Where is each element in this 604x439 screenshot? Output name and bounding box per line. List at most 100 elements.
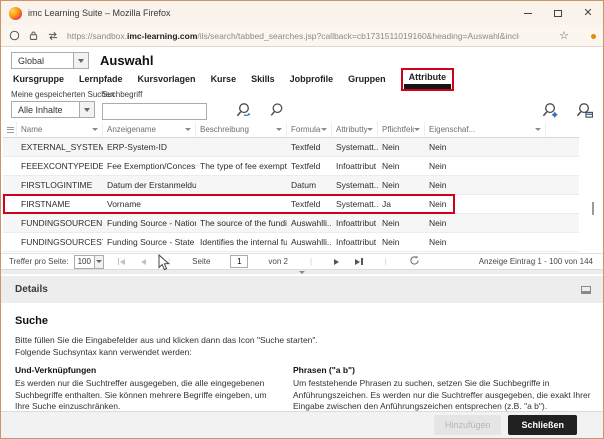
saved-searches-select[interactable]: Alle Inhalte [11, 101, 95, 118]
cell-attributtyp: Systematt... [332, 180, 378, 190]
table-row[interactable]: FIRSTLOGINTIME Datum der Erstanmeldung D… [3, 176, 579, 195]
cell-pflichtfeld: Nein [378, 142, 425, 152]
splitter-collapse-icon[interactable] [299, 271, 305, 274]
search-settings-icon[interactable] [542, 102, 559, 124]
cell-attributtyp: Systematt... [332, 142, 378, 152]
tab-jobprofile[interactable]: Jobprofile [290, 71, 334, 90]
collapse-panel-icon[interactable] [581, 286, 591, 294]
tab-gruppen[interactable]: Gruppen [348, 71, 386, 90]
tab-skills[interactable]: Skills [251, 71, 275, 90]
tab-kursgruppe[interactable]: Kursgruppe [13, 71, 64, 90]
column-header-eigenschaften[interactable]: Eigenschaf... [425, 122, 546, 137]
cell-beschreibung: Identifies the internal fun... [196, 237, 287, 247]
and-conjunction-body: Es werden nur die Suchtreffer ausgegeben… [15, 378, 279, 413]
cell-name: FIRSTLOGINTIME [17, 180, 103, 190]
lock-icon[interactable] [28, 30, 39, 41]
cell-pflichtfeld: Ja [378, 199, 425, 209]
last-page-button[interactable] [355, 258, 363, 265]
separator: | [385, 257, 387, 266]
search-reset-icon[interactable] [235, 102, 252, 124]
filter-arrow-icon[interactable] [414, 128, 420, 131]
table-row[interactable]: EXTERNAL_SYSTEM_ID ERP-System-ID Textfel… [3, 138, 579, 157]
switch-arrows-icon[interactable] [47, 31, 59, 41]
table-row[interactable]: FUNDINGSOURCEN Funding Source - National… [3, 214, 579, 233]
cell-eigenschaften: Nein [425, 237, 546, 247]
refresh-icon[interactable] [409, 255, 420, 268]
tab-bar: Kursgruppe Lernpfade Kursvorlagen Kurse … [13, 71, 454, 91]
column-label: Beschreibung [200, 125, 276, 134]
drag-handle-icon [7, 125, 14, 134]
panel-splitter[interactable] [1, 269, 603, 274]
column-header-formularelement[interactable]: Formularel... [287, 122, 332, 137]
column-header-attributtyp[interactable]: Attributtyp [332, 122, 378, 137]
tracking-protection-icon[interactable] [9, 30, 20, 41]
saved-searches-label: Meine gespeicherten Suchen [11, 90, 115, 99]
search-start-icon[interactable] [269, 102, 285, 123]
cell-pflichtfeld: Nein [378, 180, 425, 190]
column-label: Name [21, 125, 92, 134]
cell-formularelement: Textfeld [287, 161, 332, 171]
filter-arrow-icon[interactable] [92, 128, 98, 131]
minimize-button[interactable] [513, 1, 543, 25]
saved-searches-value: Alle Inhalte [12, 105, 79, 115]
cell-formularelement: Datum [287, 180, 332, 190]
table-header-row: Name Anzeigename Beschreibung Formularel… [3, 122, 579, 138]
column-label: Eigenschaf... [429, 125, 535, 134]
column-label: Anzeigename [107, 125, 185, 134]
menu-badge [591, 34, 596, 39]
and-conjunction-heading: Und-Verknüpfungen [15, 365, 279, 375]
result-range-text: Anzeige Eintrag 1 - 100 von 144 [479, 257, 593, 266]
column-label: Pflichtfeld [382, 125, 414, 134]
column-header-filler [546, 122, 579, 137]
cell-attributtyp: Infoattribut [332, 218, 378, 228]
attributes-table: Name Anzeigename Beschreibung Formularel… [3, 122, 579, 252]
filter-arrow-icon[interactable] [367, 128, 373, 131]
column-header-beschreibung[interactable]: Beschreibung [196, 122, 287, 137]
search-term-input[interactable] [102, 103, 207, 120]
column-header-name[interactable]: Name [17, 122, 103, 137]
per-page-label: Treffer pro Seite: [9, 257, 69, 266]
scope-select-value: Global [12, 56, 73, 66]
save-search-icon[interactable] [576, 102, 593, 124]
column-label: Formularel... [291, 125, 321, 134]
cell-eigenschaften: Nein [425, 142, 546, 152]
close-button[interactable]: ✕ [573, 1, 603, 25]
bookmark-star-icon[interactable]: ☆ [559, 29, 569, 42]
table-row[interactable]: FUNDINGSOURCESTA Funding Source - State … [3, 233, 579, 252]
table-row[interactable]: FEEEXCONTYPEIDENT Fee Exemption/Concess.… [3, 157, 579, 176]
details-intro-line1: Bitte füllen Sie die Eingabefelder aus u… [15, 335, 603, 347]
address-input[interactable]: https://sandbox.imc-learning.com/ils/sea… [67, 31, 519, 41]
filter-arrow-icon[interactable] [276, 128, 282, 131]
search-area: Meine gespeicherten Suchen Alle Inhalte … [1, 89, 603, 123]
maximize-button[interactable] [543, 1, 573, 25]
cell-anzeigename: Fee Exemption/Concess... [103, 161, 196, 171]
chevron-down-icon [73, 53, 88, 68]
tab-attribute[interactable]: Attribute [401, 68, 455, 91]
cell-anzeigename: Vorname [103, 199, 196, 209]
cell-anzeigename: Funding Source - National [103, 218, 196, 228]
page-number-input[interactable] [230, 255, 248, 268]
table-scrollbar[interactable] [592, 202, 594, 215]
next-page-button[interactable] [334, 259, 339, 265]
url-host: imc-learning.com [127, 31, 197, 41]
table-row-highlighted[interactable]: FIRSTNAME Vorname Textfeld Systematt... … [3, 195, 579, 214]
filter-arrow-icon[interactable] [535, 128, 541, 131]
add-button[interactable]: Hinzufügen [434, 415, 502, 435]
tab-kurse[interactable]: Kurse [211, 71, 237, 90]
details-heading: Suche [15, 315, 603, 327]
tab-attribute-label: Attribute [409, 72, 447, 82]
scope-select[interactable]: Global [11, 52, 89, 69]
cell-eigenschaften: Nein [425, 161, 546, 171]
tab-kursvorlagen[interactable]: Kursvorlagen [138, 71, 196, 90]
column-header-pflichtfeld[interactable]: Pflichtfeld [378, 122, 425, 137]
phrases-body: Um feststehende Phrasen zu suchen, setze… [293, 378, 593, 413]
first-page-button[interactable] [118, 258, 126, 265]
tab-lernpfade[interactable]: Lernpfade [79, 71, 123, 90]
per-page-select[interactable]: 100 [74, 255, 104, 269]
previous-page-button[interactable] [141, 259, 146, 265]
filter-arrow-icon[interactable] [321, 128, 327, 131]
column-header-anzeigename[interactable]: Anzeigename [103, 122, 196, 137]
cell-attributtyp: Infoattribut [332, 237, 378, 247]
close-dialog-button[interactable]: Schließen [508, 415, 577, 435]
filter-arrow-icon[interactable] [185, 128, 191, 131]
